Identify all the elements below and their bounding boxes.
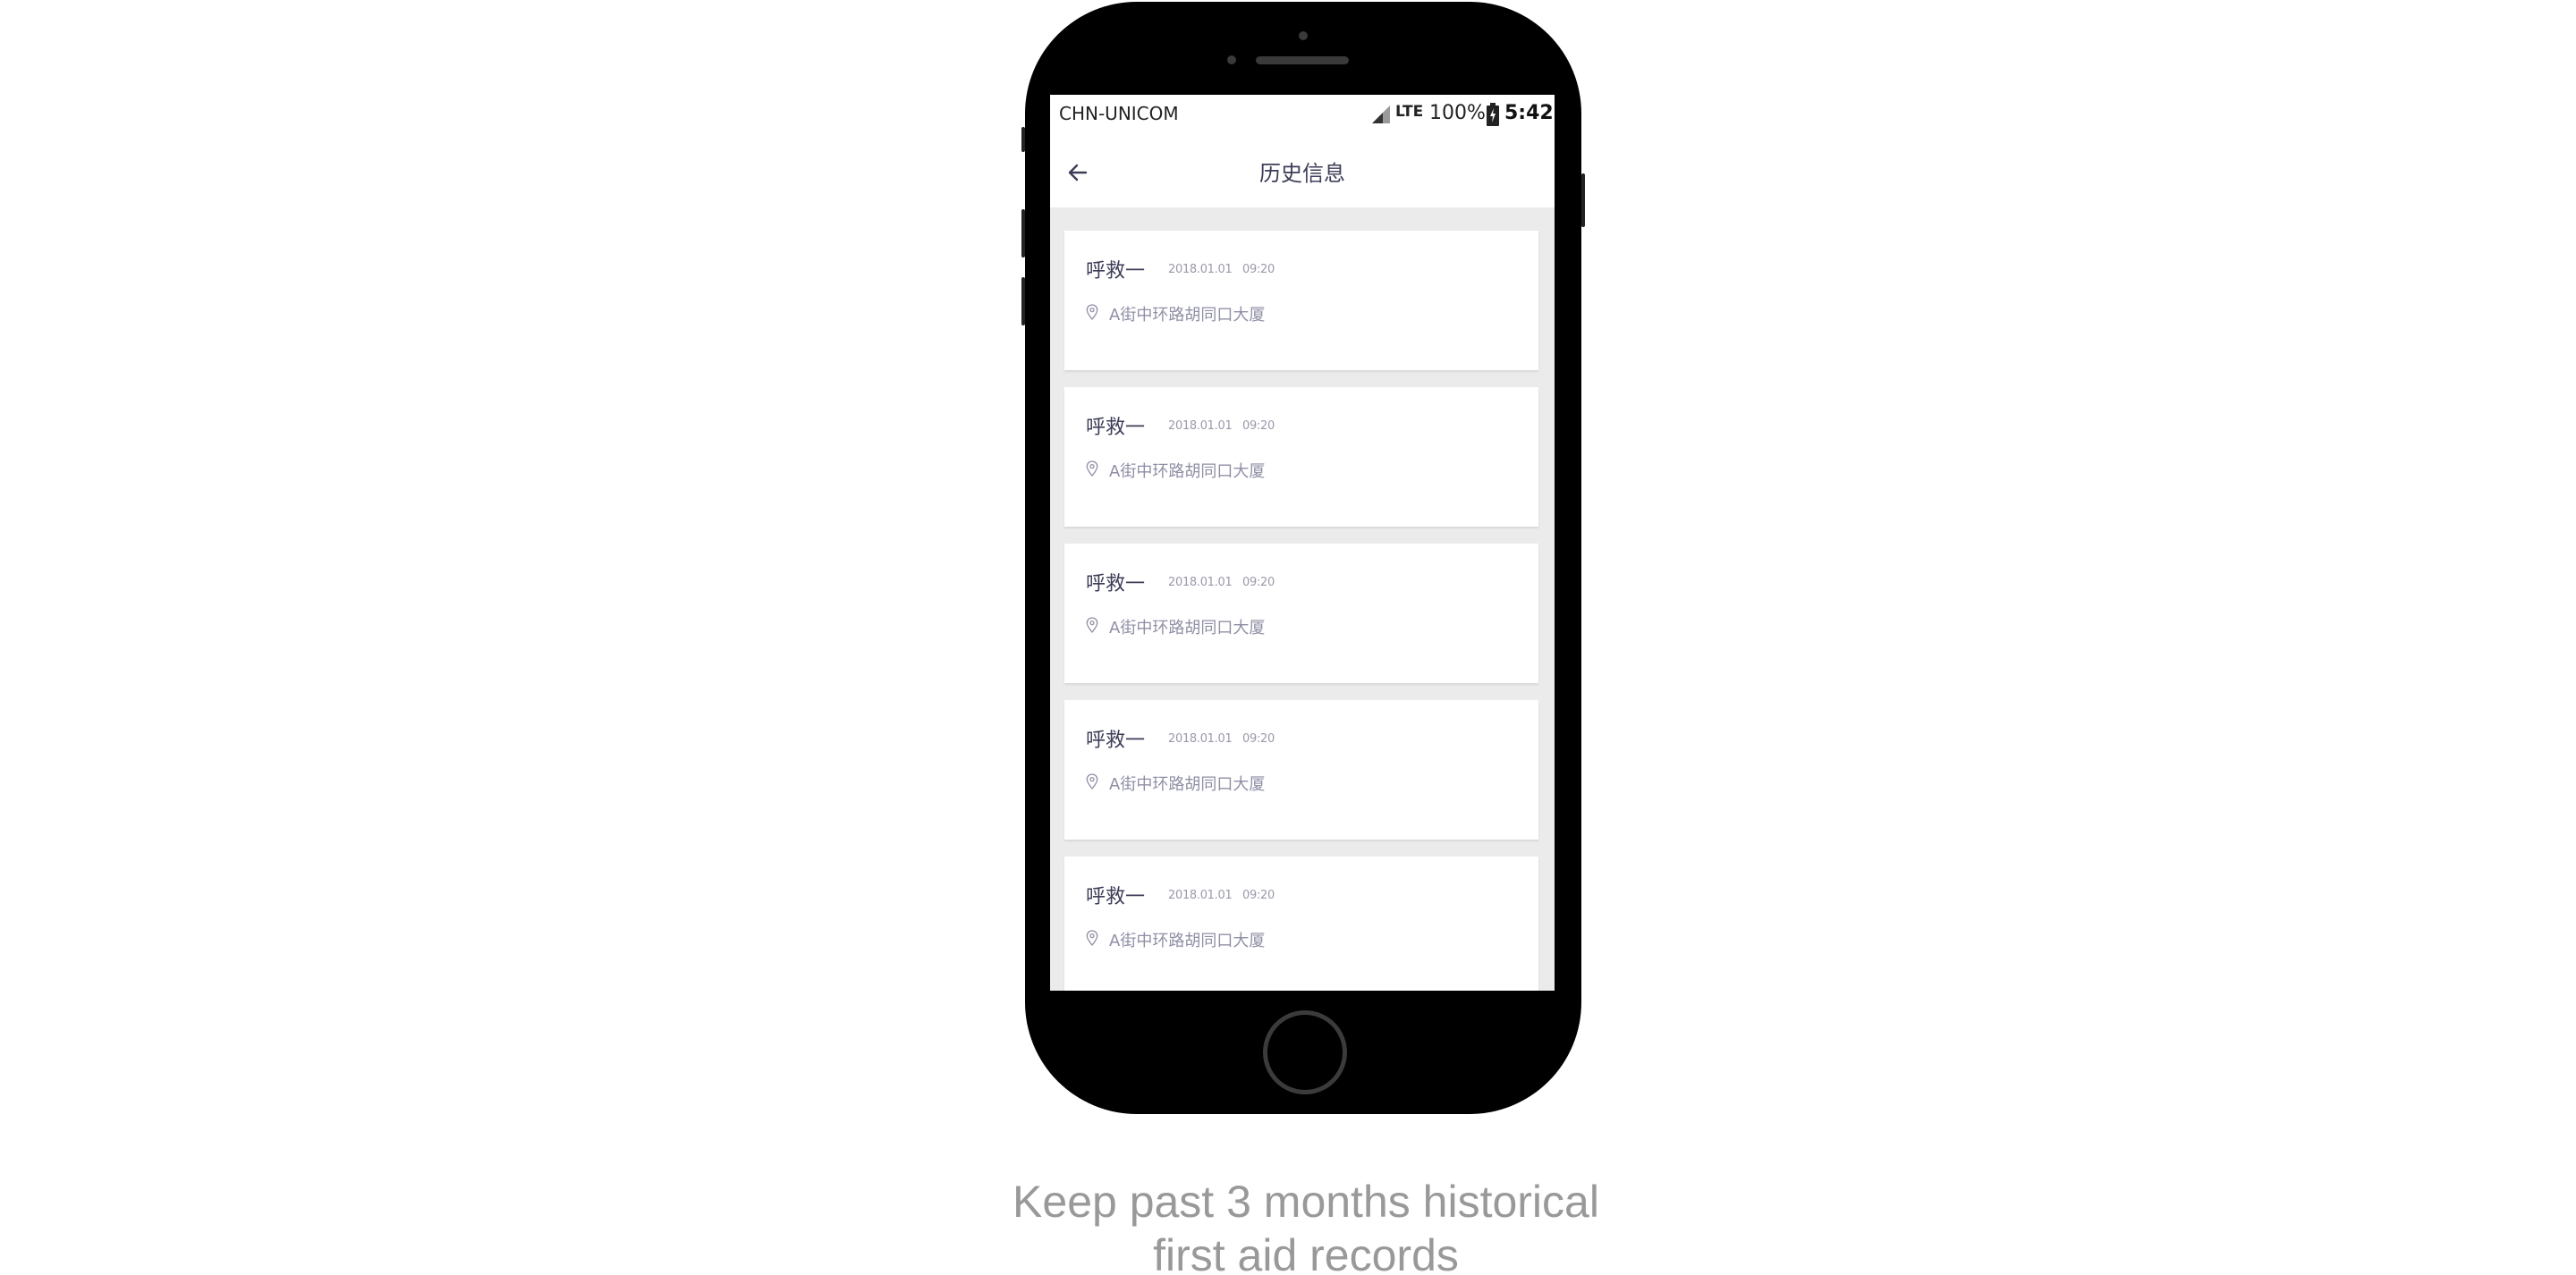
- record-date: 2018.01.01: [1168, 889, 1233, 902]
- record-time: 09:20: [1242, 263, 1275, 276]
- caption-line-2: first aid records: [1153, 1230, 1459, 1275]
- history-record-list: 呼救一 2018.01.01 09:20 A街中环路胡同口大厦 呼救一 2018…: [1064, 231, 1538, 991]
- status-bar: CHN-UNICOM LTE 100% 5:42: [1050, 95, 1555, 134]
- volume-up-button: [1021, 209, 1025, 258]
- location-pin-icon: [1086, 304, 1098, 320]
- signal-icon: [1372, 106, 1390, 123]
- record-date: 2018.01.01: [1168, 732, 1233, 746]
- front-camera: [1299, 31, 1308, 40]
- history-record-card[interactable]: 呼救一 2018.01.01 09:20 A街中环路胡同口大厦: [1064, 857, 1538, 991]
- carrier-name: CHN-UNICOM: [1059, 103, 1179, 124]
- earpiece-speaker: [1256, 56, 1349, 64]
- location-pin-icon: [1086, 930, 1098, 946]
- record-time: 09:20: [1242, 576, 1275, 589]
- record-time: 09:20: [1242, 732, 1275, 746]
- history-record-card[interactable]: 呼救一 2018.01.01 09:20 A街中环路胡同口大厦: [1064, 387, 1538, 527]
- history-record-card[interactable]: 呼救一 2018.01.01 09:20 A街中环路胡同口大厦: [1064, 231, 1538, 370]
- record-address: A街中环路胡同口大厦: [1109, 462, 1266, 481]
- power-button: [1581, 173, 1585, 227]
- record-title: 呼救一: [1086, 417, 1146, 439]
- home-button[interactable]: [1263, 1010, 1347, 1094]
- page-title: 历史信息: [1259, 161, 1345, 186]
- record-date: 2018.01.01: [1168, 263, 1233, 276]
- history-record-card[interactable]: 呼救一 2018.01.01 09:20 A街中环路胡同口大厦: [1064, 544, 1538, 683]
- record-date: 2018.01.01: [1168, 576, 1233, 589]
- record-time: 09:20: [1242, 889, 1275, 902]
- silent-switch: [1021, 127, 1025, 152]
- record-title: 呼救一: [1086, 573, 1146, 595]
- presentation-stage: CHN-UNICOM LTE 100% 5:42 历史信息 呼救一 2018.0…: [0, 0, 2576, 1275]
- history-record-card[interactable]: 呼救一 2018.01.01 09:20 A街中环路胡同口大厦: [1064, 700, 1538, 840]
- clock: 5:42: [1504, 102, 1554, 124]
- record-title: 呼救一: [1086, 260, 1146, 283]
- record-address: A街中环路胡同口大厦: [1109, 306, 1266, 325]
- proximity-sensor: [1227, 55, 1236, 64]
- location-pin-icon: [1086, 460, 1098, 477]
- record-address: A街中环路胡同口大厦: [1109, 619, 1266, 638]
- location-pin-icon: [1086, 617, 1098, 633]
- location-pin-icon: [1086, 773, 1098, 789]
- feature-caption: Keep past 3 months historical first aid …: [930, 1175, 1682, 1275]
- record-title: 呼救一: [1086, 730, 1146, 752]
- caption-line-1: Keep past 3 months historical: [1013, 1177, 1599, 1227]
- record-date: 2018.01.01: [1168, 419, 1233, 433]
- volume-down-button: [1021, 277, 1025, 325]
- battery-percentage: 100%: [1429, 102, 1486, 124]
- record-time: 09:20: [1242, 419, 1275, 433]
- phone-frame: CHN-UNICOM LTE 100% 5:42 历史信息 呼救一 2018.0…: [1021, 2, 1585, 1114]
- phone-screen: CHN-UNICOM LTE 100% 5:42 历史信息 呼救一 2018.0…: [1050, 95, 1555, 991]
- record-address: A街中环路胡同口大厦: [1109, 775, 1266, 794]
- battery-charging-icon: [1487, 103, 1499, 126]
- record-title: 呼救一: [1086, 886, 1146, 908]
- network-type: LTE: [1395, 103, 1424, 121]
- record-address: A街中环路胡同口大厦: [1109, 932, 1266, 950]
- app-header: 历史信息: [1050, 134, 1555, 207]
